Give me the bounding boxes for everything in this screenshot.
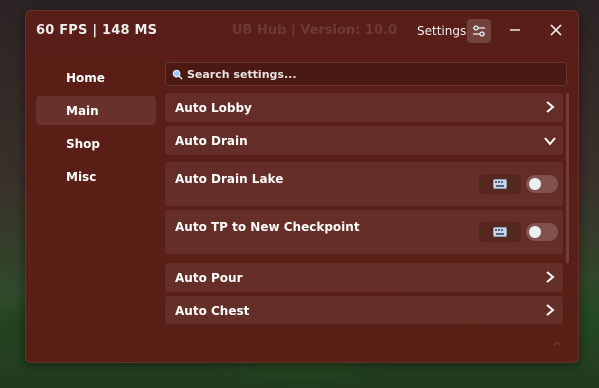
sidebar-item-label: Misc	[66, 169, 97, 184]
option-label: Auto Drain Lake	[175, 172, 284, 186]
hub-title: UB Hub | Version: 10.0	[232, 23, 397, 38]
keybind-button[interactable]	[479, 222, 521, 242]
settings-list[interactable]: Auto Lobby Auto Drain Auto Drain Lake Au…	[165, 93, 569, 324]
keyboard-icon	[493, 179, 507, 189]
title-bar[interactable]: 60 FPS | 148 MS UB Hub | Version: 10.0 S…	[26, 11, 578, 51]
chevron-right-icon	[546, 304, 555, 316]
section-label: Auto Pour	[175, 271, 243, 285]
section-label: Auto Chest	[175, 304, 250, 318]
toggle-switch[interactable]	[526, 175, 558, 193]
search-box[interactable]	[165, 62, 567, 86]
scrollbar[interactable]	[566, 93, 569, 263]
hub-window: 60 FPS | 148 MS UB Hub | Version: 10.0 S…	[25, 10, 579, 363]
section-auto-drain[interactable]: Auto Drain	[165, 126, 563, 155]
toggle-knob	[529, 178, 541, 190]
option-label: Auto TP to New Checkpoint	[175, 220, 360, 234]
settings-button[interactable]	[467, 19, 491, 43]
minimize-icon	[510, 29, 520, 31]
chevron-right-icon	[546, 271, 555, 283]
fps-ping-readout: 60 FPS | 148 MS	[36, 23, 158, 38]
sidebar-item-home[interactable]: Home	[36, 63, 156, 92]
close-icon	[550, 24, 562, 36]
section-label: Auto Drain	[175, 134, 248, 148]
close-button[interactable]	[545, 19, 567, 41]
sidebar-item-main[interactable]: Main	[36, 96, 156, 125]
sliders-icon	[473, 25, 485, 37]
option-auto-drain-lake: Auto Drain Lake	[165, 162, 563, 206]
chevron-right-icon	[546, 101, 555, 113]
search-icon	[172, 69, 183, 80]
sidebar-item-misc[interactable]: Misc	[36, 162, 156, 191]
resize-handle-icon[interactable]	[553, 340, 561, 348]
section-label: Auto Lobby	[175, 101, 252, 115]
chevron-down-icon	[544, 137, 556, 146]
sidebar-item-label: Main	[66, 103, 99, 118]
section-auto-chest[interactable]: Auto Chest	[165, 296, 563, 324]
keyboard-icon	[493, 227, 507, 237]
keybind-button[interactable]	[479, 174, 521, 194]
sidebar-item-shop[interactable]: Shop	[36, 129, 156, 158]
minimize-button[interactable]	[504, 19, 526, 41]
section-auto-pour[interactable]: Auto Pour	[165, 263, 563, 292]
option-auto-tp-checkpoint: Auto TP to New Checkpoint	[165, 210, 563, 254]
toggle-switch[interactable]	[526, 223, 558, 241]
settings-label[interactable]: Settings	[417, 24, 466, 38]
sidebar-item-label: Shop	[66, 136, 101, 151]
sidebar-item-label: Home	[66, 70, 105, 85]
search-input[interactable]	[187, 67, 547, 81]
section-auto-lobby[interactable]: Auto Lobby	[165, 93, 563, 122]
toggle-knob	[529, 226, 541, 238]
